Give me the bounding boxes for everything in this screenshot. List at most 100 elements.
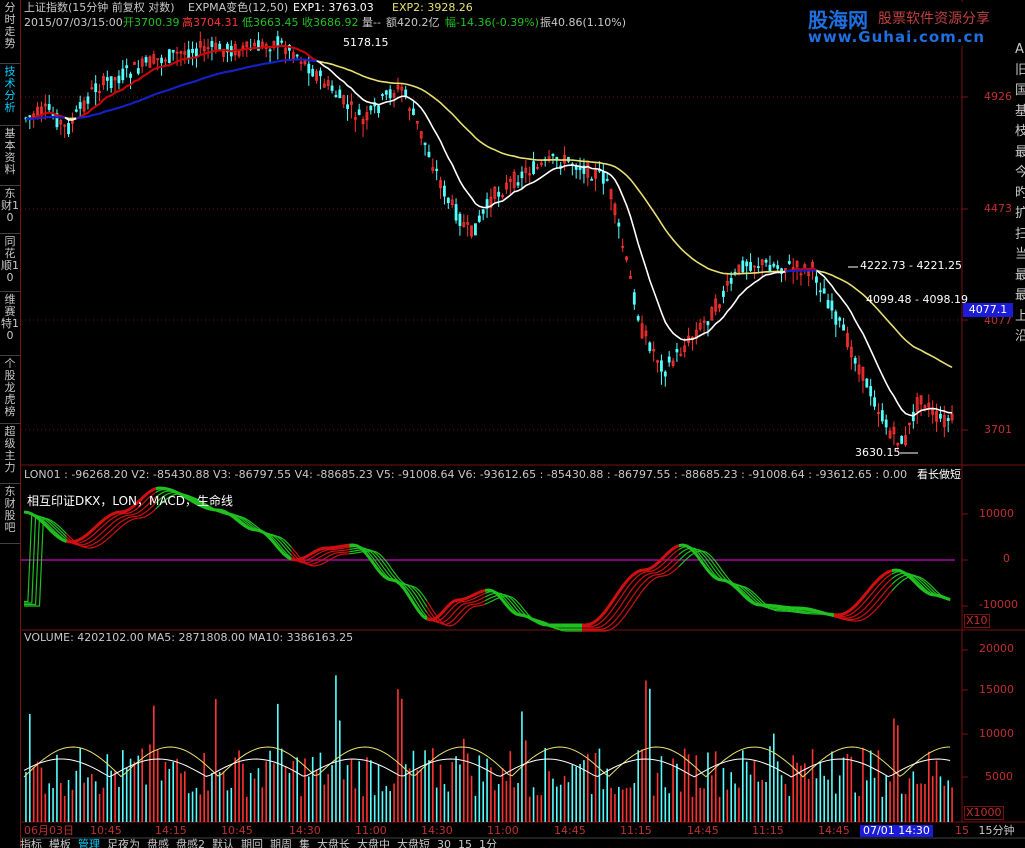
bottom-tab-7[interactable]: 期回 xyxy=(241,838,263,848)
amplitude-text: 振40.86(1.10%) xyxy=(540,16,627,29)
candle-body xyxy=(880,410,884,422)
lon-header: LON01 : -96268.20 V2: -85430.88 V3: -867… xyxy=(24,469,914,481)
high-price: 高3704.31 xyxy=(182,16,239,29)
bottom-tab-13[interactable]: 30 xyxy=(437,838,451,848)
candle-body xyxy=(334,95,338,98)
right-panel-char: 沿 xyxy=(1015,329,1025,344)
candle-body xyxy=(369,105,373,111)
candle-body xyxy=(520,171,524,179)
candle-body xyxy=(311,68,315,77)
candle-body xyxy=(617,222,621,227)
current-price-tag: 4077.1 xyxy=(963,303,1013,317)
time-label: 14:45 xyxy=(818,824,850,837)
bottom-tab-12[interactable]: 大盘短 xyxy=(397,838,430,848)
candle-body xyxy=(605,178,609,181)
candle-body xyxy=(195,48,198,57)
time-label: 14:30 xyxy=(289,824,321,837)
time-label: 14:30 xyxy=(421,824,453,837)
bottom-tab-6[interactable]: 默认 xyxy=(212,838,234,848)
right-panel-char: 最 xyxy=(1015,144,1025,160)
right-panel-char: 国 xyxy=(1015,83,1025,98)
candle-body xyxy=(477,215,481,222)
candle-body xyxy=(756,266,760,269)
indicator-name[interactable]: EXPMA变色(12,50) xyxy=(188,2,288,14)
candle-body xyxy=(838,317,842,321)
candle-body xyxy=(346,104,349,109)
right-panel-char: 旳 xyxy=(1015,185,1025,201)
candle-body xyxy=(105,77,109,81)
stock-chart-app: 分时走势 技术分析 基本资料 东财10 同花顺10 维赛特10 个股龙虎榜 超级主力 东财股吧 … xyxy=(0,0,1025,848)
lon-header-values: LON01 : -96268.20 V2: -85430.88 V3: -867… xyxy=(24,469,908,481)
bottom-tab-9[interactable]: 集 xyxy=(299,838,310,848)
lon-line xyxy=(24,514,67,604)
candle-body xyxy=(86,96,90,104)
vol-tick-15000: 15000 xyxy=(979,683,1014,696)
time-label: 14:45 xyxy=(687,824,719,837)
lon-right-label: 看长做短 xyxy=(917,468,961,481)
bottom-tab-14[interactable]: 15 xyxy=(458,838,472,848)
right-panel-char: 最 xyxy=(1015,267,1025,283)
candle-body xyxy=(167,49,171,63)
candle-body xyxy=(722,290,725,297)
price-tick-3701: 3701 xyxy=(984,423,1012,436)
candle-body xyxy=(28,115,32,118)
bottom-tab-15[interactable]: 1分 xyxy=(479,838,497,848)
exp2-value: EXP2: 3928.26 xyxy=(392,1,473,14)
candle-body xyxy=(121,68,125,81)
bottom-tab-5[interactable]: 盘感2 xyxy=(176,838,205,848)
low-annotation: 3630.15 xyxy=(855,446,901,459)
candle-body xyxy=(280,40,284,43)
candle-body xyxy=(47,104,51,110)
candle-body xyxy=(171,49,175,53)
candle-body xyxy=(818,290,822,293)
candle-body xyxy=(497,191,501,197)
candle-body xyxy=(427,151,431,157)
candle-body xyxy=(357,109,361,115)
low-price: 低3663.45 xyxy=(242,16,299,29)
candle-body xyxy=(191,48,194,54)
candle-body xyxy=(412,108,415,115)
right-panel-char: 当 xyxy=(1015,247,1025,262)
lon-line xyxy=(349,543,428,621)
bottom-tab-0[interactable]: 指标 xyxy=(20,838,42,848)
candle-body xyxy=(384,90,388,95)
period-selector[interactable]: 15分钟 xyxy=(968,823,1025,839)
time-label: 11:15 xyxy=(752,824,784,837)
candle-body xyxy=(446,197,450,204)
candle-body xyxy=(706,321,710,326)
open-price: 开3700.39 xyxy=(123,16,180,29)
candle-body xyxy=(218,43,222,50)
lon-tick-minus10000: -10000 xyxy=(979,598,1018,611)
lon-line xyxy=(678,543,835,617)
candle-body xyxy=(574,166,578,170)
candle-body xyxy=(160,57,163,64)
bar-datetime: 2015/07/03/15:00 xyxy=(24,16,123,29)
candle-body xyxy=(481,209,485,214)
bottom-tab-3[interactable]: 足夜为 xyxy=(107,838,140,848)
candle-body xyxy=(842,324,845,331)
bottom-tab-8[interactable]: 期周 xyxy=(270,838,292,848)
candle-body xyxy=(590,178,594,181)
candle-body xyxy=(458,213,462,226)
bottom-tab-11[interactable]: 大盘中 xyxy=(357,838,390,848)
bottom-tab-4[interactable]: 盘感 xyxy=(147,838,169,848)
brand-url: www.Guhai.com.cn xyxy=(808,28,986,46)
candle-body xyxy=(423,142,427,146)
candle-body xyxy=(834,311,838,325)
bottom-tab-10[interactable]: 大盘长 xyxy=(317,838,350,848)
bottom-tab-2[interactable]: 管理 xyxy=(78,838,100,848)
chart-canvas[interactable] xyxy=(0,0,1025,848)
brand-logo: 股海网 股票软件资源分享 www.Guhai.com.cn xyxy=(808,2,1025,46)
candle-body xyxy=(939,413,942,419)
range-annotation-2: 4099.48 - 4098.19 xyxy=(866,293,968,306)
candle-body xyxy=(764,259,768,263)
range-annotation-1: 4222.73 - 4221.25 xyxy=(860,259,962,272)
bottom-tab-1[interactable]: 模板 xyxy=(49,838,71,848)
right-panel-char: 今 xyxy=(1015,165,1025,180)
candle-body xyxy=(435,168,439,171)
candle-body xyxy=(551,153,555,157)
exp-down-segment xyxy=(785,269,817,273)
candle-body xyxy=(853,357,857,364)
time-label: 10:45 xyxy=(90,824,122,837)
vol-tick-20000: 20000 xyxy=(979,642,1014,655)
